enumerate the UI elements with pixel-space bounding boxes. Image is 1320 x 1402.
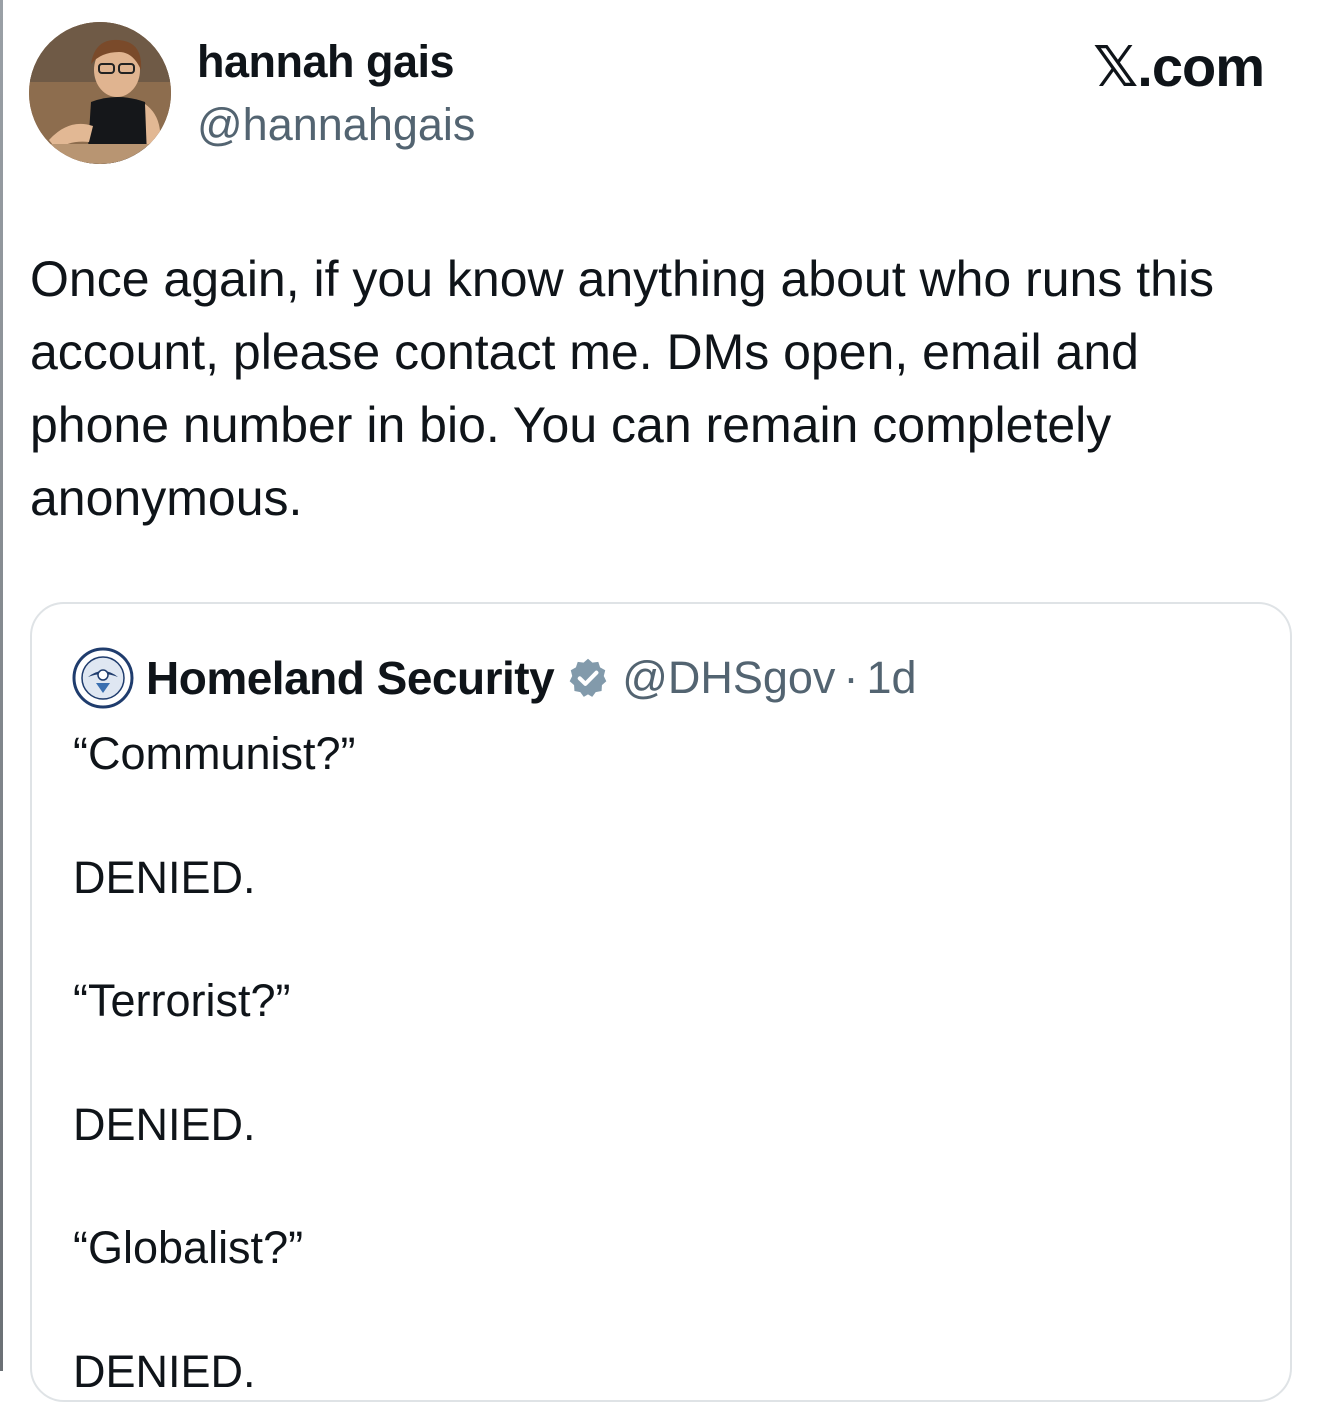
quoted-timestamp[interactable]: 1d (866, 652, 916, 704)
quoted-line: “Communist?” (73, 728, 356, 779)
quoted-author-name[interactable]: Homeland Security (146, 651, 555, 705)
meta-separator: · (843, 652, 859, 703)
quoted-line: “Terrorist?” (73, 975, 291, 1026)
quoted-line: “Globalist?” (73, 1222, 304, 1273)
author-handle[interactable]: @hannahgais (197, 99, 475, 151)
author-avatar[interactable] (29, 22, 171, 164)
avatar-photo (29, 22, 171, 164)
author-name[interactable]: hannah gais (197, 36, 455, 88)
quoted-tweet-card[interactable]: Homeland Security @DHSgov · 1d “Communis… (30, 602, 1292, 1402)
left-edge-strip (0, 0, 3, 1371)
quoted-line: DENIED. (73, 1099, 256, 1150)
brand-logo: 𝕏.com (1093, 35, 1265, 98)
quoted-author-handle[interactable]: @DHSgov (622, 652, 835, 704)
tweet-text: Once again, if you know anything about w… (30, 251, 1215, 526)
quoted-line: DENIED. (73, 852, 256, 903)
quoted-line: DENIED. (73, 1346, 256, 1397)
verified-badge-icon (569, 658, 607, 697)
quoted-tweet-header: Homeland Security @DHSgov · 1d (72, 646, 917, 710)
dhs-seal-icon (72, 647, 134, 709)
